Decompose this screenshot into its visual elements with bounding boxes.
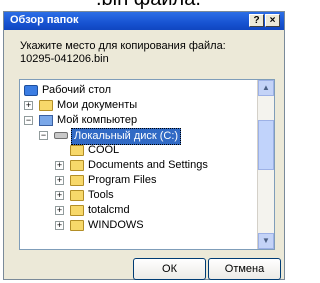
scrollbar-thumb[interactable] xyxy=(258,120,274,170)
title-bar[interactable]: Обзор папок ? × xyxy=(4,12,284,30)
expand-plus-icon[interactable]: + xyxy=(55,221,64,230)
expand-plus-icon[interactable]: + xyxy=(55,206,64,215)
desktop-icon xyxy=(24,85,38,96)
dialog-title: Обзор папок xyxy=(10,14,79,26)
instruction-line-1: Укажите место для копирования файла: xyxy=(20,40,226,52)
tree-item-label: Мой компьютер xyxy=(57,114,138,126)
vertical-scrollbar[interactable]: ▲ ▼ xyxy=(257,80,274,249)
tree-item-label: Documents and Settings xyxy=(88,159,208,171)
scroll-up-arrow-icon[interactable]: ▲ xyxy=(258,80,274,96)
instruction-line-2: 10295-041206.bin xyxy=(20,53,109,65)
scroll-down-arrow-icon[interactable]: ▼ xyxy=(258,233,274,249)
expand-plus-icon[interactable]: + xyxy=(55,191,64,200)
folder-icon xyxy=(70,220,84,231)
cancel-button[interactable]: Отмена xyxy=(208,258,281,280)
expand-plus-icon[interactable]: + xyxy=(55,176,64,185)
tree-item-label: WINDOWS xyxy=(88,219,144,231)
expand-plus-icon[interactable]: + xyxy=(55,161,64,170)
folder-icon xyxy=(70,175,84,186)
collapse-minus-icon[interactable]: − xyxy=(39,131,48,140)
folder-icon xyxy=(39,100,53,111)
collapse-minus-icon[interactable]: − xyxy=(24,116,33,125)
instruction-text: Укажите место для копирования файла: 102… xyxy=(20,40,226,66)
tree-item-label: Tools xyxy=(88,189,114,201)
folder-icon xyxy=(70,190,84,201)
background-text: .bin файла. xyxy=(96,0,201,9)
folder-icon xyxy=(70,145,84,156)
tree-item-label: Мои документы xyxy=(57,99,138,111)
folder-icon xyxy=(70,160,84,171)
ok-button[interactable]: ОК xyxy=(133,258,206,280)
folder-tree[interactable]: Рабочий стол + Мои документы − Мой компь… xyxy=(19,79,275,250)
computer-icon xyxy=(39,115,53,126)
browse-folders-dialog: Обзор папок ? × Укажите место для копиро… xyxy=(3,11,285,280)
tree-item-label: totalcmd xyxy=(88,204,130,216)
expand-plus-icon[interactable]: + xyxy=(24,101,33,110)
tree-item-label: Рабочий стол xyxy=(42,84,112,96)
close-button[interactable]: × xyxy=(265,14,280,27)
tree-item-label: COOL xyxy=(88,144,120,156)
help-button[interactable]: ? xyxy=(249,14,264,27)
folder-icon xyxy=(70,205,84,216)
disk-drive-icon xyxy=(54,132,68,139)
tree-item-label: Program Files xyxy=(88,174,157,186)
